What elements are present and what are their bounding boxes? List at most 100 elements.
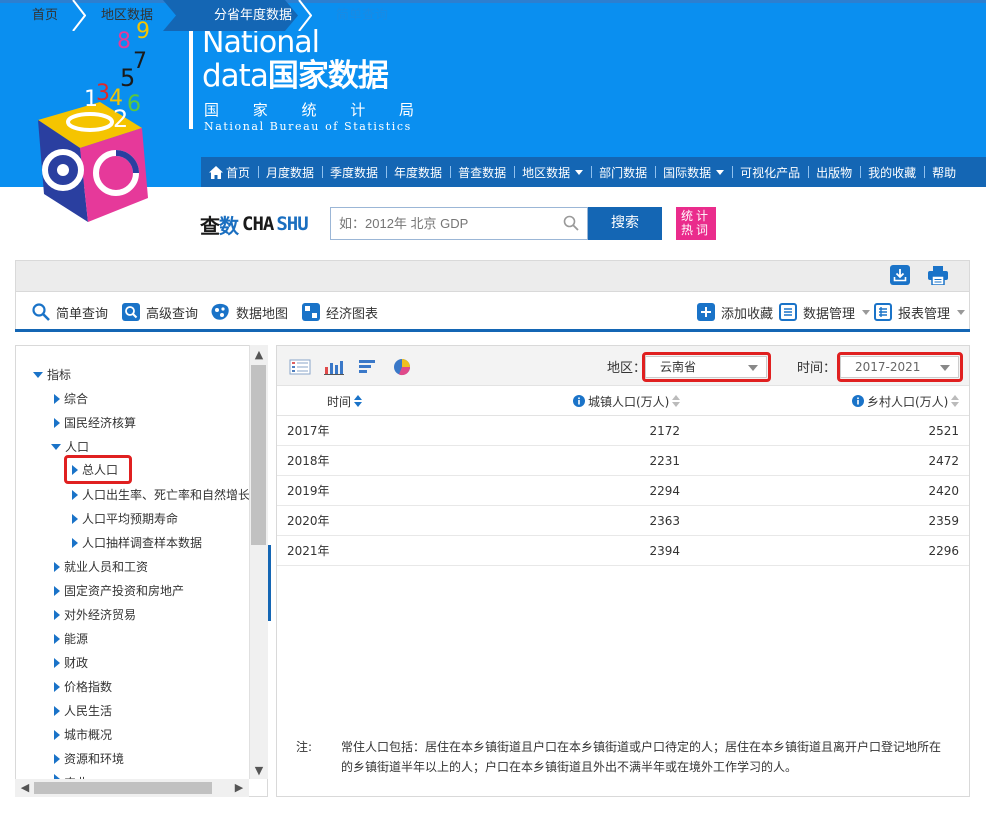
- caret-right-icon: [54, 610, 60, 620]
- nav-visualization[interactable]: 可视化产品: [732, 164, 808, 181]
- list-icon: [779, 303, 797, 321]
- svg-text:3: 3: [96, 81, 110, 106]
- nav-help[interactable]: 帮助: [924, 164, 964, 181]
- tree-root[interactable]: 指标: [33, 366, 71, 384]
- scroll-right-icon[interactable]: ▶: [231, 780, 247, 796]
- column-header-urban[interactable]: 城镇人口(万人): [573, 391, 681, 411]
- brand-subtitle: National Bureau of Statistics: [204, 120, 412, 133]
- scroll-left-icon[interactable]: ◀: [17, 780, 33, 796]
- advanced-query-button[interactable]: 高级查询: [122, 292, 198, 332]
- nav-annual[interactable]: 年度数据: [386, 164, 450, 181]
- tree-item[interactable]: 就业人员和工资: [54, 558, 148, 576]
- data-manage-menu[interactable]: 数据管理: [779, 292, 871, 332]
- tree-item[interactable]: 对外经济贸易: [54, 606, 136, 624]
- nav-quarterly[interactable]: 季度数据: [322, 164, 386, 181]
- sort-icon: [354, 395, 363, 407]
- info-icon[interactable]: [573, 395, 585, 407]
- chart-icon: [302, 303, 320, 321]
- table-cell-rural: 2472: [928, 454, 959, 468]
- caret-right-icon: [72, 538, 78, 548]
- table-cell-rural: 2296: [928, 544, 959, 558]
- highlight-box: [642, 352, 771, 382]
- tree-item[interactable]: 国民经济核算: [54, 414, 136, 432]
- note-label: 注:: [296, 740, 313, 754]
- download-icon[interactable]: [890, 265, 910, 285]
- tree-item[interactable]: 综合: [54, 390, 88, 408]
- chashu-logo: 查数 CHA SHU: [200, 213, 309, 238]
- caret-right-icon: [72, 490, 78, 500]
- scrollbar-thumb[interactable]: [251, 365, 266, 545]
- caret-right-icon: [54, 586, 60, 596]
- simple-query-button[interactable]: 简单查询: [32, 292, 108, 332]
- tree-item-population[interactable]: 人口: [51, 438, 89, 456]
- sort-icon: [672, 395, 681, 407]
- tree-item[interactable]: 价格指数: [54, 678, 112, 696]
- nav-census[interactable]: 普查数据: [450, 164, 514, 181]
- tree-item[interactable]: 能源: [54, 630, 88, 648]
- row-divider: [277, 565, 969, 566]
- search-input[interactable]: [330, 207, 588, 240]
- nav-favorites[interactable]: 我的收藏: [860, 164, 924, 181]
- row-divider: [277, 445, 969, 446]
- chevron-down-icon: [862, 309, 871, 315]
- tree-item[interactable]: 固定资产投资和房地产: [54, 582, 184, 600]
- brand-cn-name: 国家统计局: [204, 101, 414, 119]
- search-icon: [32, 303, 50, 321]
- caret-right-icon: [54, 658, 60, 668]
- map-icon: [211, 303, 229, 320]
- nav-monthly[interactable]: 月度数据: [258, 164, 322, 181]
- hot-words-button[interactable]: 统计 热词: [676, 207, 716, 240]
- breadcrumb-simple-query[interactable]: 简单查询: [336, 0, 388, 31]
- info-icon[interactable]: [852, 395, 864, 407]
- table-icon: [874, 303, 892, 321]
- column-header-rural[interactable]: 乡村人口(万人): [852, 391, 960, 411]
- tree-item[interactable]: 人口抽样调查样本数据: [72, 534, 202, 552]
- report-manage-menu[interactable]: 报表管理: [874, 292, 966, 332]
- nav-international[interactable]: 国际数据: [655, 164, 732, 181]
- advanced-search-icon: [122, 303, 140, 321]
- breadcrumb-home[interactable]: 首页: [32, 0, 58, 31]
- table-cell-urban: 2363: [649, 514, 680, 528]
- nav-regional[interactable]: 地区数据: [514, 164, 591, 181]
- table-cell-year: 2020年: [287, 514, 330, 528]
- tree-item[interactable]: 城市概况: [54, 726, 112, 744]
- econ-chart-button[interactable]: 经济图表: [302, 292, 378, 332]
- print-icon[interactable]: [928, 266, 948, 285]
- chevron-down-icon: [575, 169, 584, 175]
- tree-item[interactable]: 人口出生率、死亡率和自然增长: [72, 486, 250, 504]
- note-text: 常住人口包括：居住在本乡镇街道且户口在本乡镇街道或户口待定的人；居住在本乡镇街道…: [341, 740, 942, 774]
- table-view-icon[interactable]: [289, 358, 311, 376]
- caret-right-icon: [54, 682, 60, 692]
- scroll-down-icon[interactable]: ▼: [251, 763, 267, 779]
- tree-item[interactable]: 财政: [54, 654, 88, 672]
- nav-publications[interactable]: 出版物: [808, 164, 860, 181]
- nav-department[interactable]: 部门数据: [591, 164, 655, 181]
- column-header-time[interactable]: 时间: [327, 391, 363, 411]
- horizontal-scrollbar-thumb[interactable]: [34, 782, 212, 794]
- data-map-button[interactable]: 数据地图: [211, 292, 288, 332]
- caret-right-icon: [54, 394, 60, 404]
- breadcrumb-regional[interactable]: 地区数据: [101, 0, 153, 31]
- pie-chart-icon[interactable]: [391, 358, 413, 376]
- horizontal-bar-icon[interactable]: [357, 358, 379, 376]
- chevron-down-icon: [957, 309, 966, 315]
- table-cell-urban: 2172: [649, 424, 680, 438]
- table-cell-year: 2019年: [287, 484, 330, 498]
- nav-home[interactable]: 首页: [201, 164, 258, 181]
- scroll-up-icon[interactable]: ▲: [251, 347, 267, 363]
- search-button[interactable]: 搜索: [588, 207, 662, 240]
- logo-cube-icon[interactable]: 1 3 4 6 2 5 7 8 9: [30, 10, 190, 225]
- row-divider: [277, 505, 969, 506]
- row-divider: [277, 535, 969, 536]
- tree-item[interactable]: 人口平均预期寿命: [72, 510, 178, 528]
- table-cell-rural: 2521: [928, 424, 959, 438]
- chevron-right-icon: [298, 0, 312, 31]
- highlight-box: [837, 352, 963, 382]
- search-icon[interactable]: [563, 215, 579, 231]
- tree-item[interactable]: 资源和环境: [54, 750, 124, 768]
- bar-chart-icon[interactable]: [323, 358, 345, 376]
- add-favorite-button[interactable]: 添加收藏: [697, 292, 773, 332]
- tree-item[interactable]: 人民生活: [54, 702, 112, 720]
- table-cell-year: 2021年: [287, 544, 330, 558]
- breadcrumb-provincial-annual[interactable]: 分省年度数据: [214, 0, 292, 31]
